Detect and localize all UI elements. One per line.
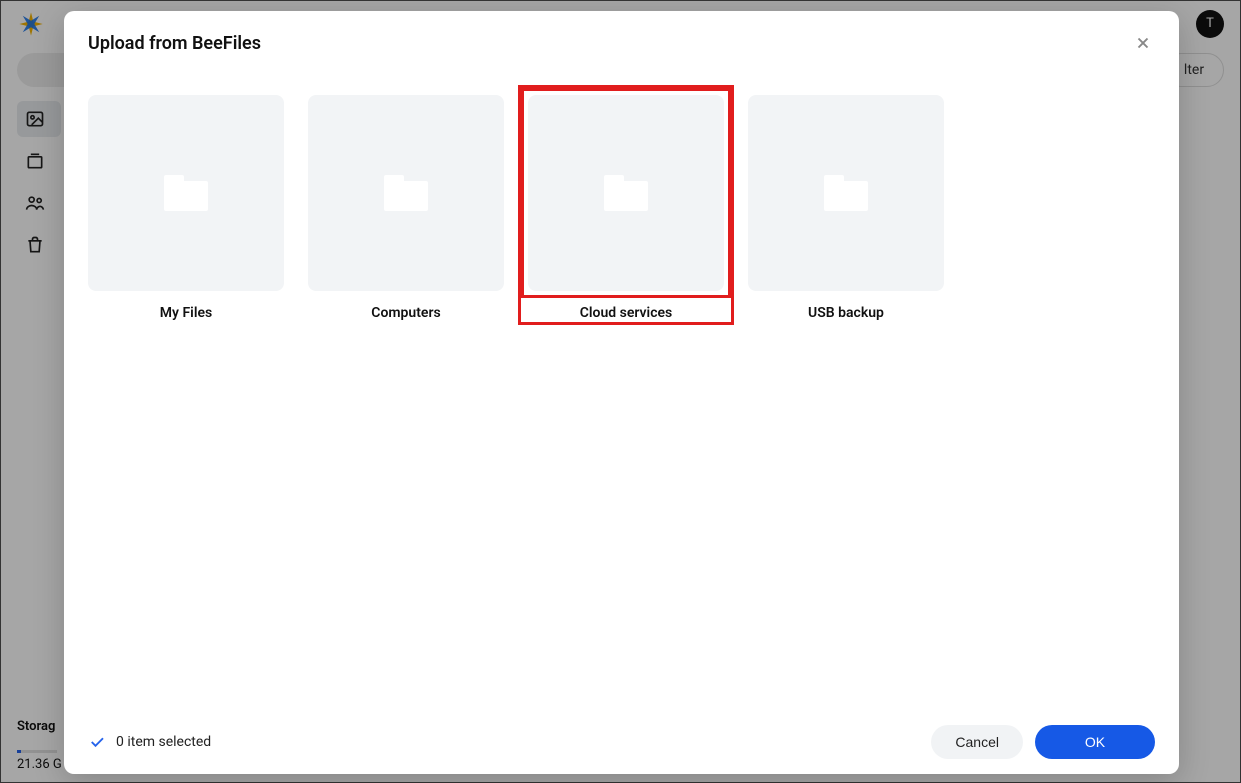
folder-computers[interactable]: Computers (308, 95, 504, 321)
cancel-button[interactable]: Cancel (931, 725, 1023, 759)
folder-grid: My Files Computers Cloud services USB ba… (88, 95, 1155, 321)
folder-icon (384, 175, 428, 211)
folder-thumb (88, 95, 284, 291)
folder-thumb (748, 95, 944, 291)
check-icon (88, 733, 106, 751)
footer-buttons: Cancel OK (931, 725, 1155, 759)
modal-body: My Files Computers Cloud services USB ba… (64, 65, 1179, 710)
folder-thumb (528, 95, 724, 291)
modal-title: Upload from BeeFiles (88, 33, 261, 54)
folder-icon (604, 175, 648, 211)
folder-icon (164, 175, 208, 211)
folder-my-files[interactable]: My Files (88, 95, 284, 321)
folder-label: Cloud services (528, 305, 724, 321)
close-button[interactable] (1131, 31, 1155, 55)
folder-cloud-services[interactable]: Cloud services (528, 95, 724, 321)
folder-label: Computers (308, 305, 504, 321)
modal-header: Upload from BeeFiles (64, 11, 1179, 65)
folder-usb-backup[interactable]: USB backup (748, 95, 944, 321)
modal-footer: 0 item selected Cancel OK (64, 710, 1179, 774)
ok-button[interactable]: OK (1035, 725, 1155, 759)
close-icon (1134, 34, 1152, 52)
selection-status: 0 item selected (88, 733, 211, 751)
folder-label: USB backup (748, 305, 944, 321)
folder-icon (824, 175, 868, 211)
selection-count-text: 0 item selected (116, 734, 211, 750)
upload-modal: Upload from BeeFiles My Files Computers … (64, 11, 1179, 774)
folder-thumb (308, 95, 504, 291)
folder-label: My Files (88, 305, 284, 321)
